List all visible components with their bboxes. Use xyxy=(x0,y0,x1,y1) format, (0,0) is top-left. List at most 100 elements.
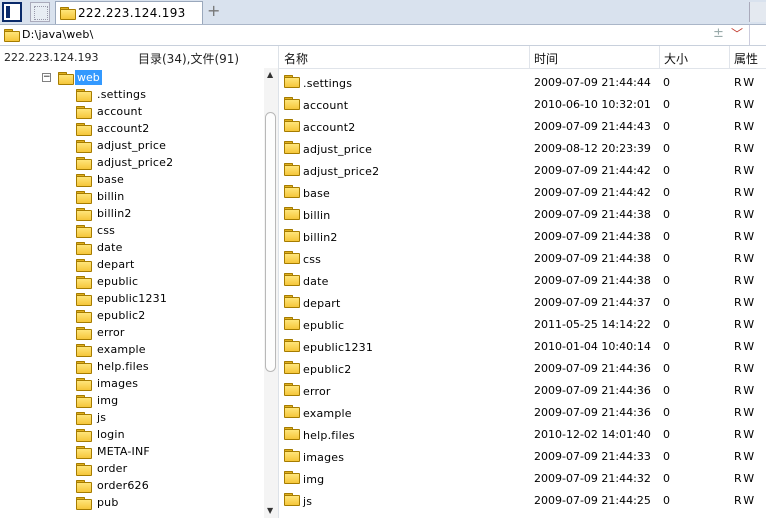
table-row[interactable]: account 2010-06-10 10:32:01 0 RW xyxy=(279,93,766,115)
tree-item[interactable]: adjust_price2 xyxy=(76,155,256,172)
cell-attr: RW xyxy=(734,208,757,221)
column-header-attr[interactable]: 属性 xyxy=(734,50,758,68)
scroll-up-icon[interactable]: ▲ xyxy=(267,70,273,79)
folder-icon xyxy=(76,361,92,374)
column-header-name[interactable]: 名称 xyxy=(284,50,308,68)
tree-item[interactable]: css xyxy=(76,223,256,240)
tree-item[interactable]: adjust_price xyxy=(76,138,256,155)
tree-item[interactable]: error xyxy=(76,325,256,342)
folder-icon xyxy=(284,229,300,242)
column-divider[interactable] xyxy=(729,46,730,68)
cell-time: 2010-01-04 10:40:14 xyxy=(534,340,651,353)
plus-minus-icon[interactable]: ± xyxy=(713,26,724,41)
chevron-down-icon[interactable]: ﹀ xyxy=(731,25,743,42)
item-counts: 目录(34),文件(91) xyxy=(138,52,240,66)
tree-item[interactable]: account xyxy=(76,104,256,121)
cell-attr: RW xyxy=(734,340,757,353)
table-row[interactable]: billin 2009-07-09 21:44:38 0 RW xyxy=(279,203,766,225)
path-input[interactable]: D:\java\web\ xyxy=(22,28,94,41)
cell-attr: RW xyxy=(734,252,757,265)
table-row[interactable]: epublic2 2009-07-09 21:44:36 0 RW xyxy=(279,357,766,379)
tree-item[interactable]: order626 xyxy=(76,478,256,495)
cell-name: help.files xyxy=(303,429,355,442)
tree-item-label: adjust_price2 xyxy=(97,156,174,169)
table-row[interactable]: epublic 2011-05-25 14:14:22 0 RW xyxy=(279,313,766,335)
folder-icon xyxy=(284,273,300,286)
tree-item-label: epublic2 xyxy=(97,309,146,322)
table-row[interactable]: account2 2009-07-09 21:44:43 0 RW xyxy=(279,115,766,137)
cell-size: 0 xyxy=(663,318,670,331)
cell-size: 0 xyxy=(663,142,670,155)
table-row[interactable]: depart 2009-07-09 21:44:37 0 RW xyxy=(279,291,766,313)
column-header-size[interactable]: 大小 xyxy=(664,50,688,68)
tree-scrollbar[interactable]: ▲ ▼ xyxy=(264,68,278,518)
cell-time: 2009-07-09 21:44:25 xyxy=(534,494,651,507)
cell-name: epublic2 xyxy=(303,363,352,376)
tree-item[interactable]: billin xyxy=(76,189,256,206)
folder-icon xyxy=(4,29,20,42)
table-row[interactable]: base 2009-07-09 21:44:42 0 RW xyxy=(279,181,766,203)
tree-item[interactable]: depart xyxy=(76,257,256,274)
new-window-icon[interactable] xyxy=(30,2,50,22)
tree-item[interactable]: help.files xyxy=(76,359,256,376)
tab-host[interactable]: 222.223.124.193 xyxy=(55,1,203,24)
table-row[interactable]: .settings 2009-07-09 21:44:44 0 RW xyxy=(279,71,766,93)
scroll-down-icon[interactable]: ▼ xyxy=(267,506,273,515)
tree-item-label: error xyxy=(97,326,125,339)
table-row[interactable]: error 2009-07-09 21:44:36 0 RW xyxy=(279,379,766,401)
folder-icon xyxy=(284,75,300,88)
tree-item[interactable]: base xyxy=(76,172,256,189)
tree-item-label: META-INF xyxy=(97,445,150,458)
tree-item[interactable]: epublic1231 xyxy=(76,291,256,308)
tree-item[interactable]: login xyxy=(76,427,256,444)
column-divider[interactable] xyxy=(529,46,530,68)
folder-icon xyxy=(76,276,92,289)
tree-item[interactable]: account2 xyxy=(76,121,256,138)
folder-icon xyxy=(284,295,300,308)
tree-item[interactable]: epublic2 xyxy=(76,308,256,325)
cell-size: 0 xyxy=(663,252,670,265)
table-row[interactable]: example 2009-07-09 21:44:36 0 RW xyxy=(279,401,766,423)
table-row[interactable]: adjust_price 2009-08-12 20:23:39 0 RW xyxy=(279,137,766,159)
cell-time: 2010-06-10 10:32:01 xyxy=(534,98,651,111)
tree-item-label: css xyxy=(97,224,116,237)
cell-time: 2009-07-09 21:44:43 xyxy=(534,120,651,133)
table-row[interactable]: date 2009-07-09 21:44:38 0 RW xyxy=(279,269,766,291)
table-row[interactable]: help.files 2010-12-02 14:01:40 0 RW xyxy=(279,423,766,445)
cell-name: billin2 xyxy=(303,231,338,244)
cell-attr: RW xyxy=(734,494,757,507)
tree-item[interactable]: example xyxy=(76,342,256,359)
tree-item[interactable]: epublic xyxy=(76,274,256,291)
tree-item-label: base xyxy=(97,173,125,186)
table-row[interactable]: images 2009-07-09 21:44:33 0 RW xyxy=(279,445,766,467)
tree-item-label: example xyxy=(97,343,146,356)
table-row[interactable]: adjust_price2 2009-07-09 21:44:42 0 RW xyxy=(279,159,766,181)
tree-item[interactable]: images xyxy=(76,376,256,393)
scroll-thumb[interactable] xyxy=(265,112,276,372)
table-row[interactable]: img 2009-07-09 21:44:32 0 RW xyxy=(279,467,766,489)
table-row[interactable]: js 2009-07-09 21:44:25 0 RW xyxy=(279,489,766,511)
column-divider[interactable] xyxy=(659,46,660,68)
toggle-panel-icon[interactable] xyxy=(2,2,22,22)
tree-item[interactable]: order xyxy=(76,461,256,478)
tree-item-label: date xyxy=(97,241,123,254)
collapse-icon[interactable]: − xyxy=(42,73,51,82)
add-tab-button[interactable]: + xyxy=(207,2,220,20)
cell-name: .settings xyxy=(303,77,353,90)
cell-attr: RW xyxy=(734,98,757,111)
tree-item[interactable]: pub xyxy=(76,495,256,512)
tree-item[interactable]: billin2 xyxy=(76,206,256,223)
tree-item[interactable]: .settings xyxy=(76,87,256,104)
tree-item[interactable]: js xyxy=(76,410,256,427)
tree-item[interactable]: img xyxy=(76,393,256,410)
folder-icon xyxy=(284,317,300,330)
column-header-time[interactable]: 时间 xyxy=(534,50,558,68)
table-row[interactable]: epublic1231 2010-01-04 10:40:14 0 RW xyxy=(279,335,766,357)
tree-item[interactable]: META-INF xyxy=(76,444,256,461)
tree-root-web[interactable]: − web xyxy=(42,70,242,86)
table-row[interactable]: css 2009-07-09 21:44:38 0 RW xyxy=(279,247,766,269)
cell-size: 0 xyxy=(663,296,670,309)
cell-name: adjust_price2 xyxy=(303,165,380,178)
tree-item[interactable]: date xyxy=(76,240,256,257)
table-row[interactable]: billin2 2009-07-09 21:44:38 0 RW xyxy=(279,225,766,247)
